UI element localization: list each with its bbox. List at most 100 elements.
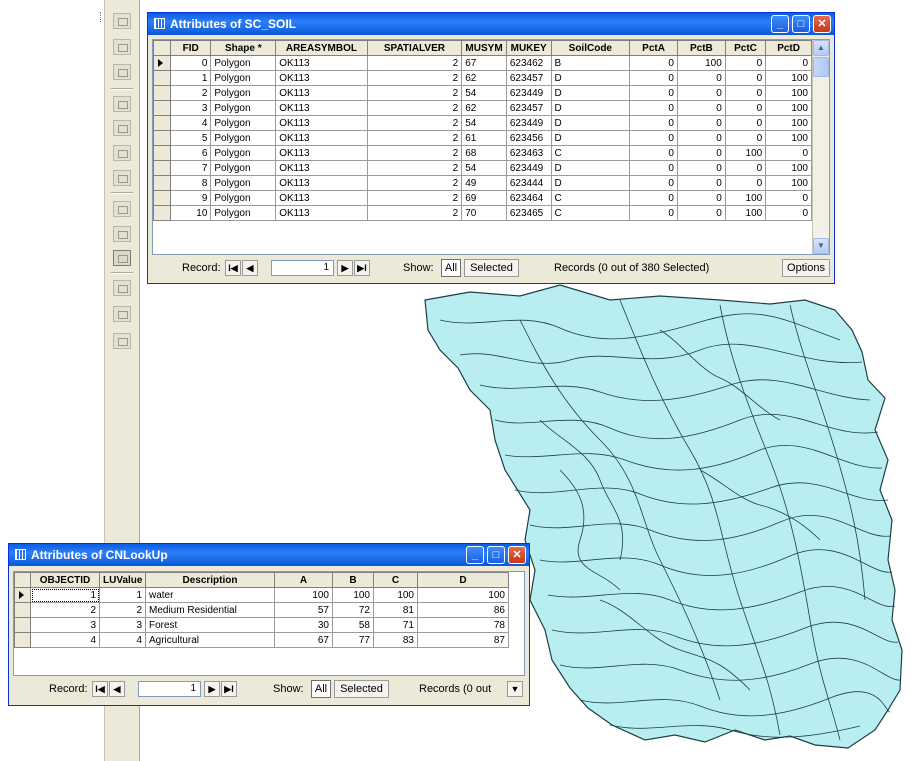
table-cell[interactable]: C xyxy=(550,190,631,206)
table-cell[interactable]: 0 xyxy=(629,100,678,116)
table-cell[interactable]: 49 xyxy=(461,175,507,191)
first-record-button[interactable]: I◀ xyxy=(92,681,108,697)
scroll-up-button[interactable]: ▲ xyxy=(813,40,829,56)
table-cell[interactable]: 54 xyxy=(461,115,507,131)
table-cell[interactable]: 4 xyxy=(99,632,146,648)
table-cell[interactable]: 0 xyxy=(676,175,726,191)
options-dropdown-button[interactable]: ▼ xyxy=(507,681,523,697)
table-cell[interactable]: C xyxy=(550,145,631,161)
table-cell[interactable]: 0 xyxy=(629,190,678,206)
table-cell[interactable]: 68 xyxy=(461,145,507,161)
row-selector[interactable] xyxy=(153,85,171,101)
table-cell[interactable]: 623457 xyxy=(505,70,552,86)
table-cell[interactable]: Medium Residential xyxy=(145,602,275,618)
fixed-zoom-in-button[interactable] xyxy=(113,96,131,112)
go-back-button[interactable] xyxy=(113,201,131,217)
select-features-button[interactable] xyxy=(113,250,131,266)
layer-extent-button[interactable] xyxy=(113,170,131,186)
next-record-button[interactable]: ▶ xyxy=(337,260,353,276)
row-selector[interactable] xyxy=(153,100,171,116)
table-cell[interactable]: B xyxy=(550,55,631,71)
table-row[interactable]: 5 Polygon OK113 2 61 623456 D 0 0 0 100 xyxy=(153,130,812,146)
previous-record-button[interactable]: ◀ xyxy=(242,260,258,276)
table-row[interactable]: 2 Polygon OK113 2 54 623449 D 0 0 0 100 xyxy=(153,85,812,101)
table-cell[interactable]: 0 xyxy=(724,115,767,131)
table-cell[interactable]: 8 xyxy=(169,175,212,191)
table-cell[interactable]: 10 xyxy=(169,205,212,221)
table-cell[interactable]: 100 xyxy=(274,587,333,603)
measure-button[interactable] xyxy=(113,333,131,349)
table-cell[interactable]: 0 xyxy=(765,55,812,71)
table-cell[interactable]: Polygon xyxy=(210,190,277,206)
table-cell[interactable]: D xyxy=(550,115,631,131)
table-cell[interactable]: OK113 xyxy=(275,160,368,176)
table-cell[interactable]: 1 xyxy=(99,587,146,603)
scroll-thumb[interactable] xyxy=(813,57,829,77)
table-cell[interactable]: 0 xyxy=(676,85,726,101)
table-cell[interactable]: 0 xyxy=(629,175,678,191)
table-cell[interactable]: Polygon xyxy=(210,130,277,146)
table-cell[interactable]: 623449 xyxy=(505,160,552,176)
column-header[interactable]: PctD xyxy=(765,40,812,56)
table-cell[interactable]: 0 xyxy=(629,130,678,146)
current-row-indicator[interactable] xyxy=(153,55,171,71)
column-header[interactable]: MUKEY xyxy=(505,40,552,56)
table-cell[interactable]: 69 xyxy=(461,190,507,206)
last-record-button[interactable]: ▶I xyxy=(354,260,370,276)
table-cell[interactable]: Polygon xyxy=(210,145,277,161)
show-selected-button[interactable]: Selected xyxy=(464,259,519,277)
table-cell[interactable]: 100 xyxy=(765,70,812,86)
table-cell[interactable]: D xyxy=(550,160,631,176)
show-all-button[interactable]: All xyxy=(441,259,461,277)
column-header[interactable]: C xyxy=(373,572,418,588)
row-selector[interactable] xyxy=(153,175,171,191)
table-cell[interactable]: Polygon xyxy=(210,160,277,176)
table-cell[interactable]: OK113 xyxy=(275,100,368,116)
table-cell[interactable]: 61 xyxy=(461,130,507,146)
table-cell[interactable]: 57 xyxy=(274,602,333,618)
column-header[interactable]: Description xyxy=(145,572,275,588)
table-row[interactable]: 0 Polygon OK113 2 67 623462 B 0 100 0 0 xyxy=(153,55,812,71)
table-cell[interactable]: 0 xyxy=(629,205,678,221)
table-row[interactable]: 1 1 water 100 100 100 100 xyxy=(14,587,509,603)
table-cell[interactable]: 100 xyxy=(765,115,812,131)
table-cell[interactable]: 62 xyxy=(461,100,507,116)
table-cell[interactable]: 2 xyxy=(366,190,463,206)
table-row[interactable]: 3 Polygon OK113 2 62 623457 D 0 0 0 100 xyxy=(153,100,812,116)
table-cell[interactable]: 2 xyxy=(366,205,463,221)
zoom-in-tool-button[interactable] xyxy=(113,13,131,29)
row-selector[interactable] xyxy=(153,130,171,146)
table-cell[interactable]: 623444 xyxy=(505,175,552,191)
identify-button[interactable] xyxy=(113,280,131,296)
table-cell[interactable]: 0 xyxy=(629,115,678,131)
table-cell[interactable]: 0 xyxy=(676,130,726,146)
table-cell[interactable]: 100 xyxy=(765,85,812,101)
table-row[interactable]: 2 2 Medium Residential 57 72 81 86 xyxy=(14,602,509,618)
next-record-button[interactable]: ▶ xyxy=(204,681,220,697)
table-cell[interactable]: 623463 xyxy=(505,145,552,161)
table-cell[interactable]: Polygon xyxy=(210,100,277,116)
table-cell[interactable]: OK113 xyxy=(275,130,368,146)
column-header[interactable]: Shape * xyxy=(210,40,277,56)
table-cell[interactable]: Agricultural xyxy=(145,632,275,648)
table-cell[interactable]: 100 xyxy=(373,587,418,603)
table-cell[interactable]: Polygon xyxy=(210,70,277,86)
table-cell[interactable]: 3 xyxy=(169,100,212,116)
table-cell[interactable]: 100 xyxy=(765,100,812,116)
row-selector[interactable] xyxy=(14,617,31,633)
table-cell[interactable]: 5 xyxy=(169,130,212,146)
table-cell[interactable]: OK113 xyxy=(275,205,368,221)
table-row[interactable]: 1 Polygon OK113 2 62 623457 D 0 0 0 100 xyxy=(153,70,812,86)
full-extent-button[interactable] xyxy=(113,145,131,161)
table-cell[interactable]: 0 xyxy=(724,100,767,116)
table-row[interactable]: 6 Polygon OK113 2 68 623463 C 0 0 100 0 xyxy=(153,145,812,161)
table-cell[interactable]: 1 xyxy=(169,70,212,86)
table-cell[interactable]: 0 xyxy=(629,55,678,71)
table-cell[interactable]: 67 xyxy=(274,632,333,648)
table-cell[interactable]: 623449 xyxy=(505,85,552,101)
table-cell[interactable]: 86 xyxy=(417,602,509,618)
column-header[interactable]: PctA xyxy=(629,40,678,56)
table-cell[interactable]: 0 xyxy=(724,130,767,146)
table-cell[interactable]: 0 xyxy=(169,55,212,71)
minimize-button[interactable]: _ xyxy=(771,15,789,33)
